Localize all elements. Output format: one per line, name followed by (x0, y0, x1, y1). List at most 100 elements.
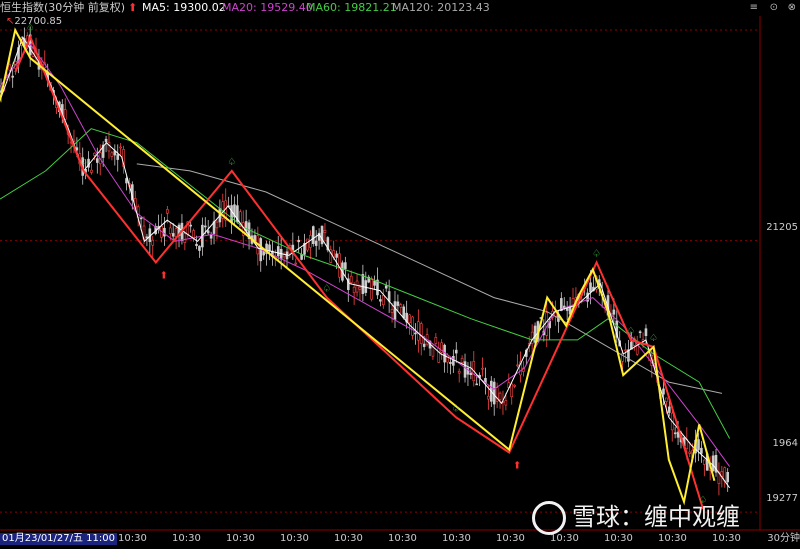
candle-body (139, 217, 143, 220)
candle-body (171, 233, 175, 237)
candle-body (703, 459, 706, 465)
candle-body (198, 245, 201, 251)
candle-body (344, 262, 347, 269)
mid-price-tag: 21205 (764, 222, 800, 233)
candle-body (422, 343, 426, 347)
candle-body (644, 328, 648, 337)
candle-body (192, 230, 195, 239)
ma5-value: MA5: 19300.02 (142, 1, 226, 14)
candle-body (104, 138, 108, 143)
candle-body (399, 304, 403, 308)
candle-body (668, 406, 671, 413)
candle-body (306, 238, 309, 251)
high-price-label: ↖22700.85 (6, 16, 63, 27)
candle-body (452, 355, 455, 366)
sell-signal-icon: ♤ (79, 157, 88, 168)
expand-icon[interactable]: ⊙ (770, 2, 778, 13)
candle-body (364, 280, 368, 293)
zigzag-yellow-line (0, 27, 716, 506)
candle-body (475, 383, 478, 386)
x-tick-label: 10:30 (442, 533, 471, 544)
candle-body (320, 225, 324, 245)
sell-signal-icon: ♤ (649, 333, 658, 344)
candle-body (665, 397, 668, 402)
candle-body (11, 75, 14, 78)
candle-body (624, 349, 627, 352)
candle-body (498, 392, 502, 400)
candle-body (311, 226, 315, 245)
candle-body (116, 154, 120, 160)
candle-body (379, 299, 382, 302)
candle-body (676, 431, 680, 438)
candle-body (335, 253, 338, 258)
candle-body (411, 316, 414, 336)
x-tick-label: 10:30 (658, 533, 687, 544)
candle-body (166, 209, 169, 214)
candle-body (96, 158, 99, 163)
snowball-logo-icon (532, 501, 566, 535)
menu-icon[interactable]: ≡ (750, 2, 758, 13)
x-tick-label: 10:30 (118, 533, 147, 544)
candle-body (408, 314, 411, 323)
candle-body (417, 321, 420, 341)
candle-body (390, 309, 394, 313)
chart-header: 恒生指数(30分钟 前复权) ⬆ MA5: 19300.02 MA20: 195… (0, 0, 800, 16)
candle-body (504, 400, 508, 406)
candle-body (206, 230, 210, 234)
candle-body (697, 439, 700, 451)
zigzag-red-line (14, 34, 704, 510)
candle-body (463, 361, 467, 378)
candle-body (446, 354, 449, 363)
buy-signal-icon: ⬆ (513, 461, 521, 472)
period-label: 30分钟 (767, 533, 800, 544)
candle-body (174, 228, 178, 237)
candle-body (314, 240, 318, 246)
ma20-value: MA20: 19529.40 (222, 1, 313, 14)
candle-body (510, 383, 514, 398)
sell-signal-icon: ♤ (11, 58, 20, 69)
sell-signal-icon: ♤ (322, 284, 331, 295)
candle-body (492, 381, 496, 405)
candle-body (93, 152, 96, 156)
candle-body (700, 447, 703, 454)
candle-body (454, 349, 458, 354)
x-tick-label: 10:30 (334, 533, 363, 544)
candle-body (513, 384, 516, 387)
candle-body (638, 331, 642, 334)
candle-body (276, 246, 280, 257)
low-price-tag: 19277 (764, 493, 800, 504)
x-tick-label: 10:30 (172, 533, 201, 544)
candle-body (294, 262, 298, 265)
candle-body (323, 229, 327, 234)
candle-body (384, 285, 388, 289)
x-axis: 01月23/01/27/五 11:00 30分钟 10:30 10:30 10:30… (0, 533, 800, 545)
candle-body (589, 282, 592, 293)
x-tick-label: 10:30 (280, 533, 309, 544)
watermark: 雪球：缠中观缠 (532, 497, 740, 535)
up-arrow-icon: ⬆ (128, 1, 138, 14)
candle-body (163, 227, 166, 237)
ma-line-ma5 (0, 35, 731, 489)
x-tick-label: 10:30 (550, 533, 579, 544)
candle-body (230, 205, 233, 223)
candle-body (183, 233, 187, 243)
candle-body (195, 243, 198, 246)
candle-body (189, 224, 192, 227)
candle-body (358, 286, 362, 290)
candle-body (612, 309, 616, 315)
candle-body (90, 169, 93, 173)
chart-title: 恒生指数(30分钟 前复权) (0, 1, 126, 14)
price-chart: ♤♤♤⬆♤♤♤⬆♤♤♤♤ (0, 16, 800, 531)
candle-body (355, 280, 359, 293)
current-price-tag: 1964 (770, 438, 800, 449)
sell-signal-icon: ♤ (452, 403, 461, 414)
candle-body (673, 432, 677, 435)
sell-signal-icon: ♤ (227, 157, 236, 168)
candle-body (460, 357, 464, 364)
candle-body (203, 225, 207, 228)
candle-body (434, 336, 438, 344)
candle-body (662, 388, 665, 395)
close-icon[interactable]: ⊗ (788, 2, 796, 13)
candle-body (168, 227, 172, 235)
candle-body (723, 467, 727, 482)
